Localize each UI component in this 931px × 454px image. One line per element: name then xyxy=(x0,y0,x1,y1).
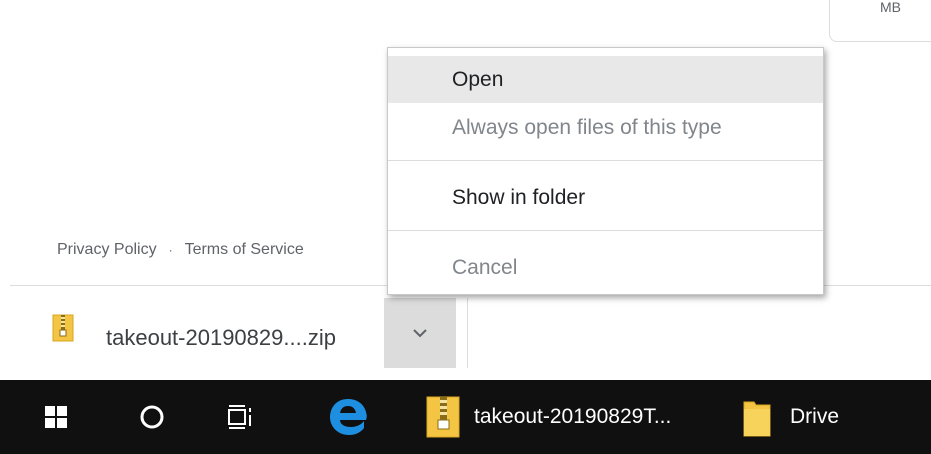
cortana-search-icon xyxy=(140,405,164,429)
menu-separator xyxy=(388,230,823,231)
edge-browser-icon xyxy=(330,399,367,435)
task-view-button[interactable] xyxy=(214,380,270,454)
takeout-folder-taskbar-button[interactable]: takeout-20190829T... xyxy=(414,380,714,454)
windows-taskbar: takeout-20190829T... Drive xyxy=(0,380,931,454)
menu-item-cancel[interactable]: Cancel xyxy=(388,244,823,291)
privacy-policy-link[interactable]: Privacy Policy xyxy=(57,241,157,259)
file-size-unit: MB xyxy=(880,0,901,15)
windows-start-icon xyxy=(45,406,67,428)
footer-links: Privacy Policy · Terms of Service xyxy=(57,241,304,259)
drive-folder-taskbar-button[interactable]: Drive xyxy=(730,380,900,454)
zip-file-icon xyxy=(52,314,74,342)
task-view-icon xyxy=(228,405,251,429)
footer-separator: · xyxy=(168,243,173,257)
file-size-card: MB xyxy=(829,0,931,42)
taskbar-label-takeout: takeout-20190829T... xyxy=(474,405,672,428)
download-filename: takeout-20190829....zip xyxy=(106,325,336,350)
search-button[interactable] xyxy=(124,380,180,454)
download-item-separator xyxy=(467,298,468,368)
chevron-down-icon xyxy=(413,329,427,338)
menu-item-open[interactable]: Open xyxy=(388,56,823,103)
zip-folder-icon xyxy=(426,396,460,438)
menu-item-always-open[interactable]: Always open files of this type xyxy=(388,104,823,151)
edge-taskbar-button[interactable] xyxy=(318,380,378,454)
start-button[interactable] xyxy=(28,380,84,454)
download-options-button[interactable] xyxy=(384,298,456,368)
folder-icon xyxy=(743,401,771,437)
taskbar-label-drive: Drive xyxy=(790,405,840,428)
download-context-menu: Open Always open files of this type Show… xyxy=(387,47,824,295)
menu-separator xyxy=(388,160,823,161)
terms-of-service-link[interactable]: Terms of Service xyxy=(185,241,304,259)
menu-item-show-in-folder[interactable]: Show in folder xyxy=(388,174,823,221)
download-item[interactable]: takeout-20190829....zip xyxy=(30,298,470,368)
